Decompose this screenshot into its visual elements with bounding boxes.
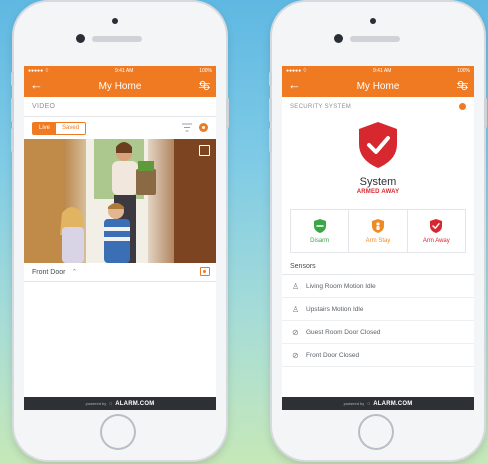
person-icon: ♙ [292, 304, 300, 314]
sensor-label: Upstairs Motion Idle [306, 305, 364, 313]
video-toolbar: Live Saved [24, 117, 216, 139]
phone-left: ●●●●● ⌔ 9:41 AM 100% ← My Home VIDEO Liv… [11, 2, 229, 460]
battery: 100% [199, 67, 212, 74]
alarm-logo-icon: ◌ [367, 400, 371, 407]
page-title: My Home [356, 80, 400, 92]
phone-right: ●●●●● ⌔ 9:41 AM 100% ← My Home SECURITY … [269, 2, 487, 460]
volume-up-button [269, 98, 272, 122]
sensor-label: Guest Room Door Closed [306, 328, 381, 336]
carrier-signal: ●●●●● ⌔ [286, 67, 308, 74]
arm-away-shield-icon [430, 219, 443, 233]
sensors-header: Sensors [282, 253, 474, 275]
volume-up-button [11, 98, 14, 122]
live-video-feed[interactable] [24, 139, 216, 263]
back-arrow-icon[interactable]: ← [288, 78, 301, 92]
powered-by-text: powered by [85, 401, 107, 406]
live-saved-toggle: Live Saved [32, 122, 87, 135]
gear-icon[interactable] [459, 103, 466, 110]
arm-away-button[interactable]: Arm Away [408, 210, 465, 252]
nav-bar: ← My Home [24, 75, 216, 97]
camera-dot [370, 18, 376, 24]
camera-name: Front Door [32, 268, 66, 276]
nav-bar: ← My Home [282, 75, 474, 97]
front-camera [334, 34, 343, 43]
record-clip-icon[interactable] [200, 267, 210, 276]
gear-icon[interactable] [199, 123, 208, 132]
sensor-label: Front Door Closed [306, 351, 360, 359]
camera-dot [112, 18, 118, 24]
section-label-security: SECURITY SYSTEM [290, 103, 352, 110]
mute-switch [11, 72, 14, 86]
disarm-shield-icon [313, 219, 326, 233]
speaker [350, 36, 400, 42]
page-title: My Home [98, 80, 142, 92]
brand-name: ALARM.COM [115, 400, 155, 407]
arm-stay-button[interactable]: Arm Stay [349, 210, 408, 252]
clock: 9:41 AM [373, 67, 392, 74]
shield-wrap [282, 120, 474, 170]
brand-name: ALARM.COM [373, 400, 413, 407]
power-button [484, 98, 487, 128]
chevron-up-icon[interactable]: ⌃ [71, 268, 77, 276]
live-tab[interactable]: Live [33, 123, 57, 134]
footer-bar: powered by ◌ ALARM.COM [24, 397, 216, 410]
home-button [100, 414, 136, 450]
video-scene [24, 139, 216, 263]
screen: ●●●●● ⌔ 9:41 AM 100% ← My Home VIDEO Liv… [24, 66, 216, 410]
back-arrow-icon[interactable]: ← [30, 78, 43, 92]
clock: 9:41 AM [115, 67, 134, 74]
disarm-label: Disarm [310, 238, 330, 244]
powered-by-text: powered by [343, 401, 365, 406]
saved-tab[interactable]: Saved [56, 123, 86, 134]
camera-selector[interactable]: Front Door ⌃ [24, 263, 216, 282]
fullscreen-icon[interactable] [199, 145, 210, 156]
front-camera [76, 34, 85, 43]
settings-sliders-icon[interactable] [199, 80, 210, 91]
home-button [358, 414, 394, 450]
sensor-label: Living Room Motion Idle [306, 282, 376, 290]
battery: 100% [457, 67, 470, 74]
sensor-row[interactable]: ♙ Upstairs Motion Idle [282, 298, 474, 321]
sensor-row[interactable]: ♙ Living Room Motion Idle [282, 275, 474, 298]
armed-shield-icon [359, 122, 397, 168]
status-bar: ●●●●● ⌔ 9:41 AM 100% [24, 66, 216, 75]
system-name: System [359, 176, 397, 188]
speaker [92, 36, 142, 42]
volume-down-button [11, 128, 14, 152]
status-bar: ●●●●● ⌔ 9:41 AM 100% [282, 66, 474, 75]
sensor-row[interactable]: ⊘ Front Door Closed [282, 344, 474, 367]
alarm-logo-icon: ◌ [109, 400, 113, 407]
arm-away-label: Arm Away [422, 238, 450, 244]
screen: ●●●●● ⌔ 9:41 AM 100% ← My Home SECURITY … [282, 66, 474, 410]
video-card: Live Saved Front Door ⌃ [24, 116, 216, 282]
sensor-row[interactable]: ⊘ Guest Room Door Closed [282, 321, 474, 344]
volume-down-button [269, 128, 272, 152]
section-label-video: VIDEO [32, 103, 56, 110]
mute-switch [269, 72, 272, 86]
power-button [226, 98, 229, 128]
footer-bar: powered by ◌ ALARM.COM [282, 397, 474, 410]
settings-sliders-icon[interactable] [457, 80, 468, 91]
door-icon: ⊘ [292, 327, 299, 337]
person-icon: ♙ [292, 281, 300, 291]
system-status: ARMED AWAY [356, 189, 400, 195]
carrier-signal: ●●●●● ⌔ [28, 67, 50, 74]
door-icon: ⊘ [292, 350, 299, 360]
disarm-button[interactable]: Disarm [291, 210, 350, 252]
arm-controls: Disarm Arm Stay Arm Away [290, 209, 466, 253]
arm-stay-shield-icon [371, 219, 384, 233]
security-header: SECURITY SYSTEM [282, 97, 474, 110]
arm-stay-label: Arm Stay [365, 238, 391, 244]
filter-icon[interactable] [182, 123, 192, 132]
